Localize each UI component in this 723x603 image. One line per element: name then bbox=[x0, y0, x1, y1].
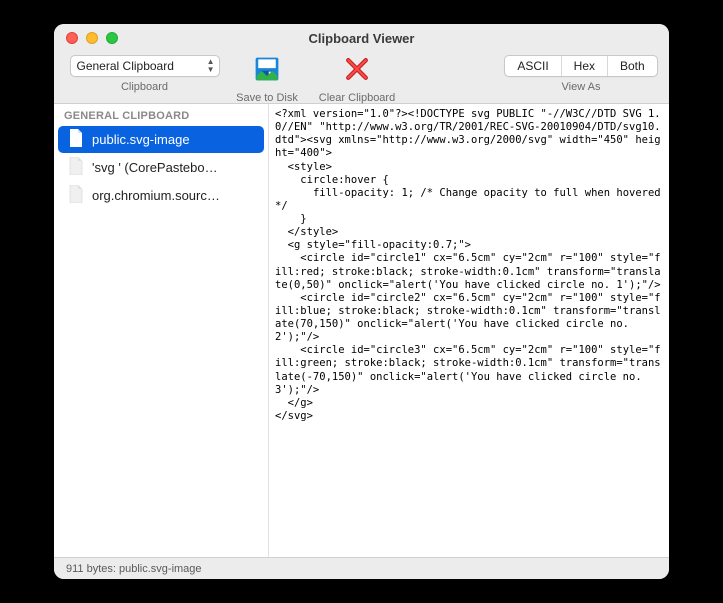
clear-clipboard-group: Clear Clipboard bbox=[307, 55, 407, 104]
document-icon bbox=[68, 129, 84, 150]
save-to-disk-label: Save to Disk bbox=[236, 92, 298, 104]
sidebar: GENERAL CLIPBOARD public.svg-image 'svg … bbox=[54, 104, 269, 557]
x-icon[interactable] bbox=[343, 55, 371, 88]
clipboard-selector-value: General Clipboard bbox=[77, 59, 174, 73]
clipboard-selector[interactable]: General Clipboard ▲▼ bbox=[70, 55, 220, 77]
sidebar-item-label: public.svg-image bbox=[92, 132, 190, 147]
sidebar-item-label: 'svg ' (CorePastebo… bbox=[92, 160, 218, 175]
window-title: Clipboard Viewer bbox=[54, 31, 669, 46]
statusbar: 911 bytes: public.svg-image bbox=[54, 557, 669, 579]
clipboard-selector-label: Clipboard bbox=[121, 81, 168, 93]
app-window: Clipboard Viewer General Clipboard ▲▼ Cl… bbox=[54, 24, 669, 579]
toolbar: General Clipboard ▲▼ Clipboard Save to D… bbox=[54, 52, 669, 104]
sidebar-item-0[interactable]: public.svg-image bbox=[58, 126, 264, 153]
titlebar: Clipboard Viewer bbox=[54, 24, 669, 52]
content-view[interactable]: <?xml version="1.0"?><!DOCTYPE svg PUBLI… bbox=[269, 104, 669, 557]
clipboard-selector-group: General Clipboard ▲▼ Clipboard bbox=[62, 55, 227, 93]
zoom-button[interactable] bbox=[106, 32, 118, 44]
sidebar-item-1[interactable]: 'svg ' (CorePastebo… bbox=[58, 154, 264, 181]
view-as-segmented: ASCII Hex Both bbox=[504, 55, 657, 77]
document-icon bbox=[68, 157, 84, 178]
save-to-disk-group: Save to Disk bbox=[227, 55, 307, 104]
sidebar-item-label: org.chromium.sourc… bbox=[92, 188, 220, 203]
view-hex-button[interactable]: Hex bbox=[562, 56, 608, 76]
view-ascii-button[interactable]: ASCII bbox=[505, 56, 561, 76]
view-as-label: View As bbox=[562, 81, 601, 93]
status-text: 911 bytes: public.svg-image bbox=[66, 563, 202, 575]
sidebar-item-2[interactable]: org.chromium.sourc… bbox=[58, 182, 264, 209]
minimize-button[interactable] bbox=[86, 32, 98, 44]
close-button[interactable] bbox=[66, 32, 78, 44]
body: GENERAL CLIPBOARD public.svg-image 'svg … bbox=[54, 104, 669, 557]
document-icon bbox=[68, 185, 84, 206]
clear-clipboard-label: Clear Clipboard bbox=[319, 92, 395, 104]
view-as-group: ASCII Hex Both View As bbox=[501, 55, 661, 93]
sidebar-header: GENERAL CLIPBOARD bbox=[54, 106, 268, 126]
traffic-lights bbox=[54, 32, 118, 44]
view-both-button[interactable]: Both bbox=[608, 56, 657, 76]
floppy-disk-icon[interactable] bbox=[253, 55, 281, 88]
updown-icon: ▲▼ bbox=[207, 58, 215, 74]
